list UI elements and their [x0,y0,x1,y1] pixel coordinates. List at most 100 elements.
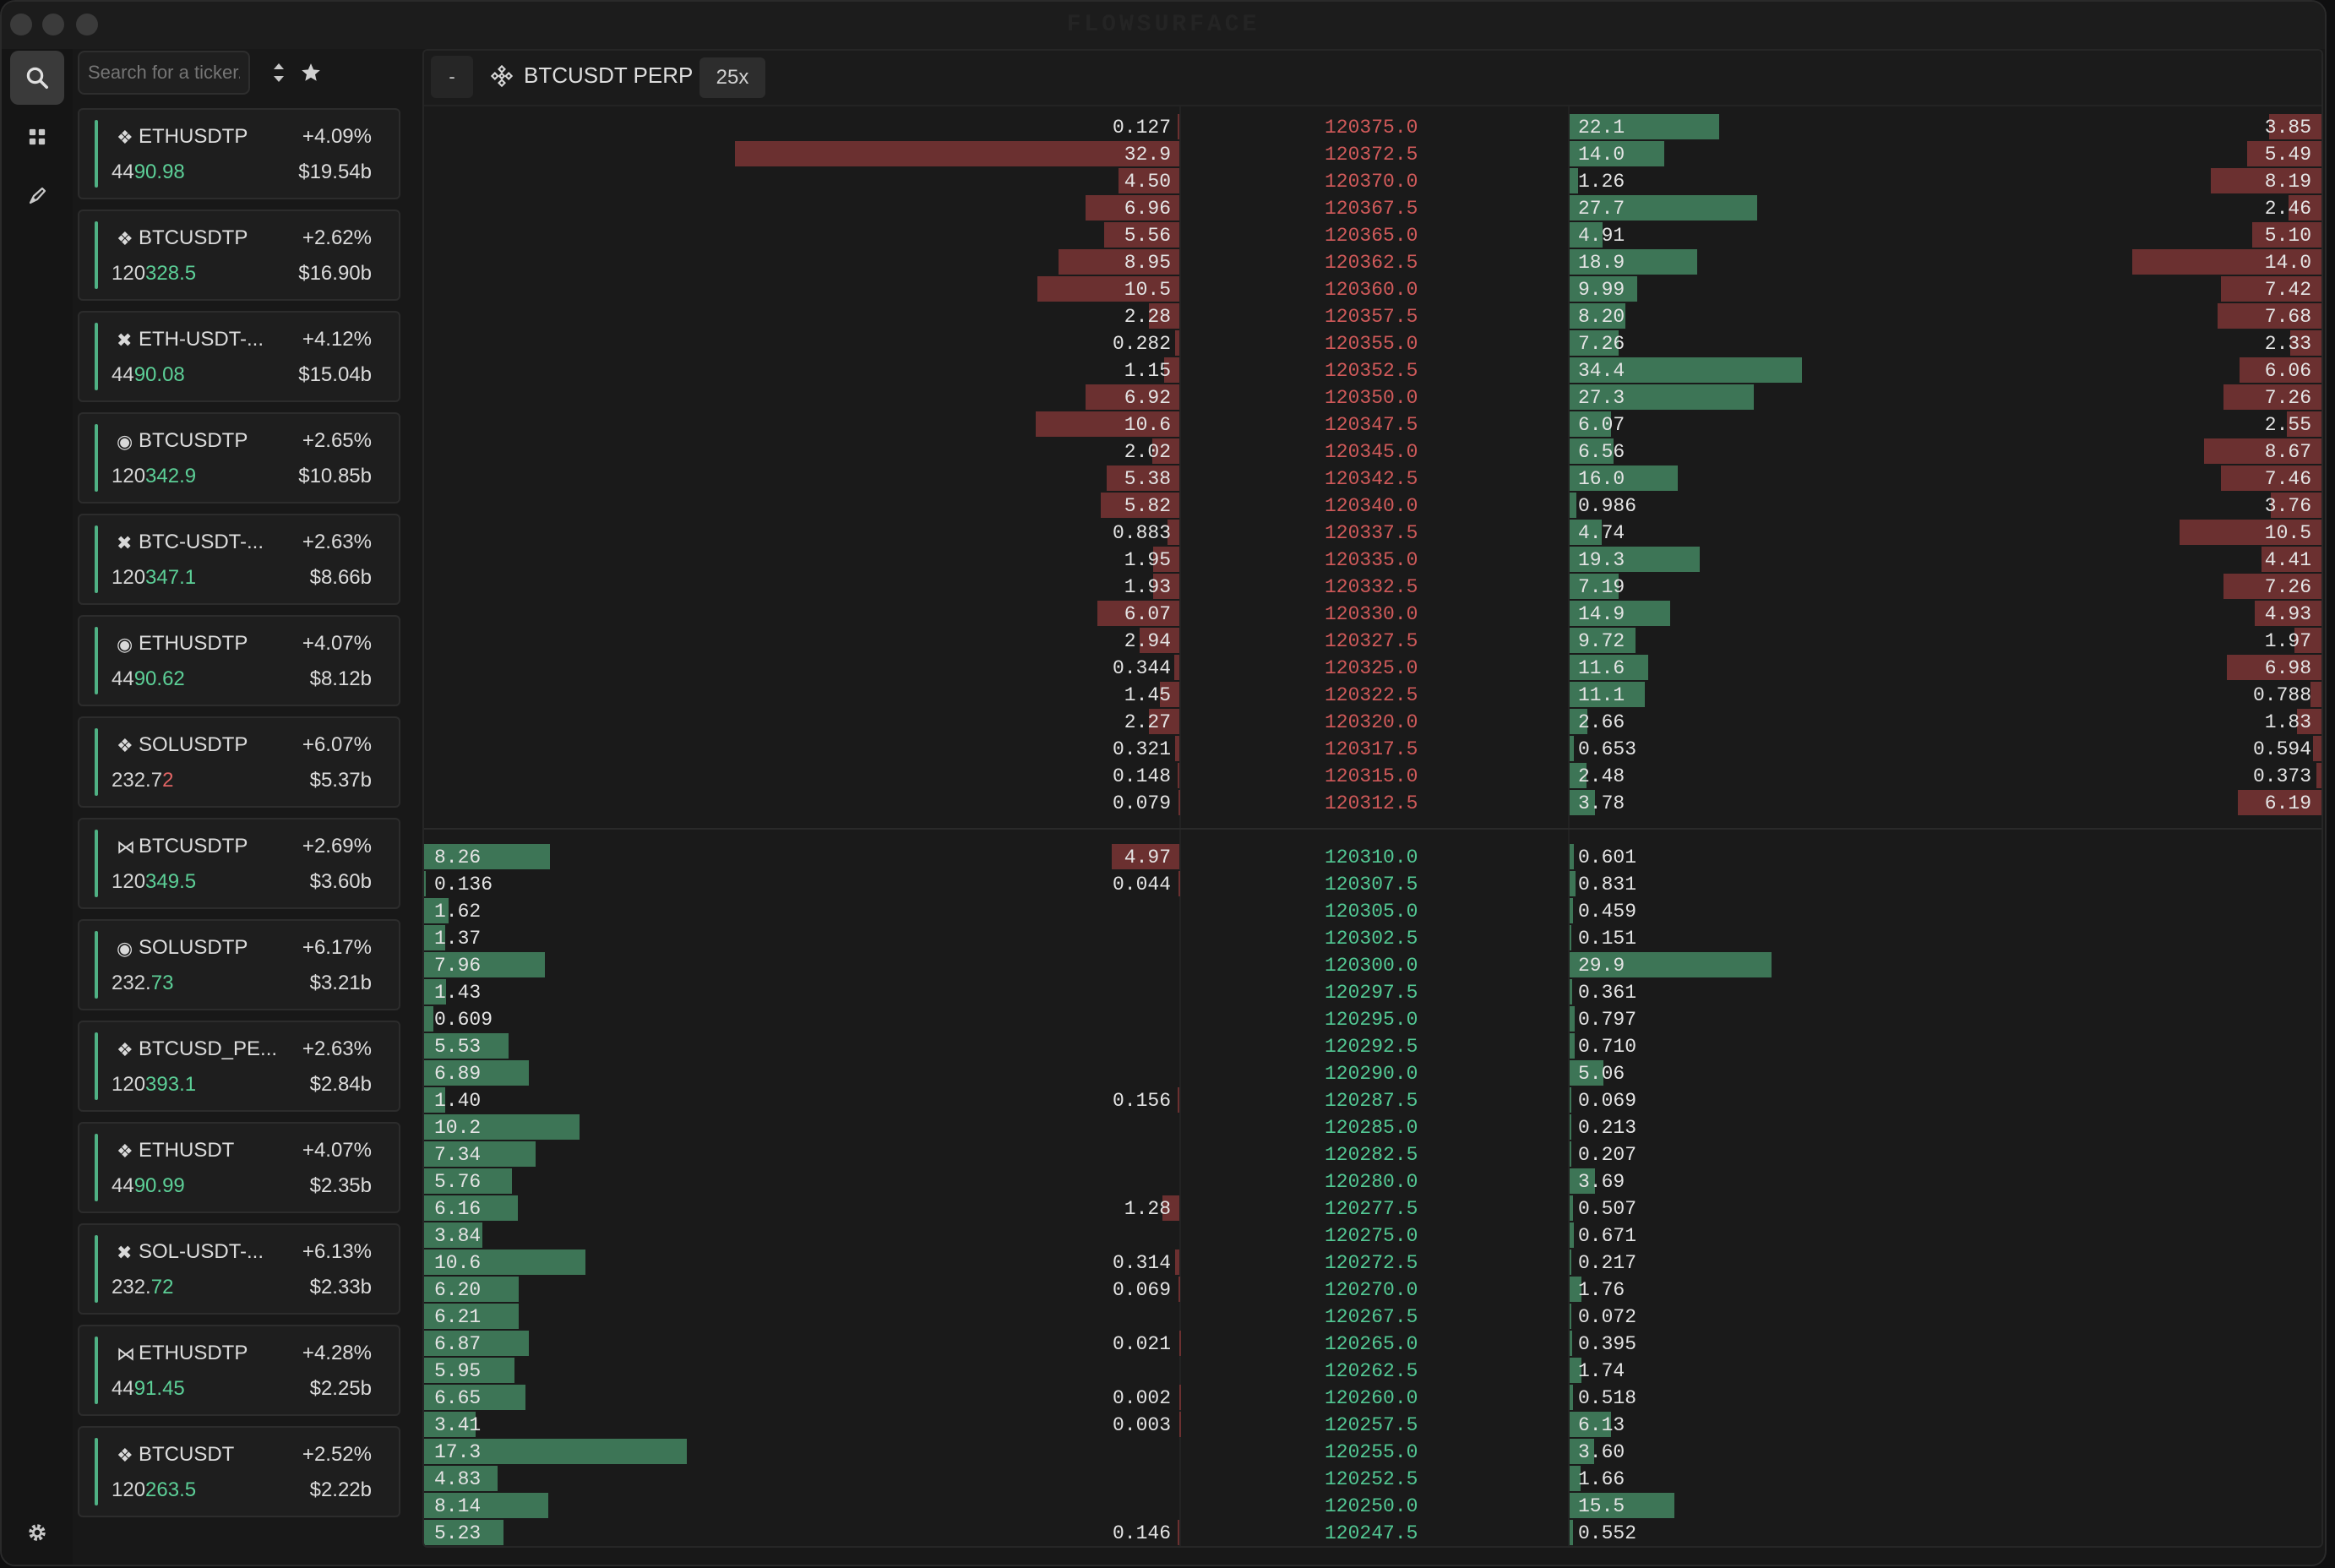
bid-row[interactable]: 8.26 4.97 120310.0 0.601 [424,843,2321,870]
ask-row[interactable]: 1.95 120335.0 19.3 4.41 [424,546,2321,573]
ask-row[interactable]: 1.45 120322.5 11.1 0.788 [424,681,2321,708]
trade-size-bar [1174,736,1179,761]
bid-row[interactable]: 5.76 120280.0 3.69 [424,1168,2321,1195]
ticker-card[interactable]: ❖ BTCUSDTP +2.62% 120328.5 $16.90b [78,210,400,301]
ticker-card[interactable]: ❖ ETHUSDT +4.07% 4490.99 $2.35b [78,1122,400,1213]
bid-row[interactable]: 3.41 0.003 120257.5 6.13 [424,1411,2321,1438]
bid-row[interactable]: 6.65 0.002 120260.0 0.518 [424,1384,2321,1411]
ask-row[interactable]: 6.07 120330.0 14.9 4.93 [424,600,2321,627]
search-toggle-button[interactable] [10,51,64,105]
settings-button[interactable] [10,1505,64,1560]
bid-row[interactable]: 10.2 120285.0 0.213 [424,1113,2321,1141]
bid-volume-value: 0.986 [1578,495,1637,517]
bid-row[interactable]: 10.6 0.314 120272.5 0.217 [424,1249,2321,1276]
ask-row[interactable]: 8.95 120362.5 18.9 14.0 [424,248,2321,275]
trade-size-value: 0.146 [1112,1522,1171,1544]
ask-row[interactable]: 6.92 120350.0 27.3 7.26 [424,384,2321,411]
bid-size-value: 1.62 [434,901,482,923]
bid-row[interactable]: 5.95 120262.5 1.74 [424,1357,2321,1384]
ask-row[interactable]: 0.321 120317.5 0.653 0.594 [424,735,2321,762]
ask-row[interactable]: 0.148 120315.0 2.48 0.373 [424,762,2321,789]
ticker-symbol: BTCUSD_PE... [139,1037,278,1060]
bid-row[interactable]: 0.136 0.044 120307.5 0.831 [424,870,2321,897]
panel-collapse-button[interactable]: - [431,56,473,98]
ask-row[interactable]: 2.94 120327.5 9.72 1.97 [424,627,2321,654]
ask-row[interactable]: 4.50 120370.0 1.26 8.19 [424,167,2321,194]
bid-row[interactable]: 8.14 120250.0 15.5 [424,1492,2321,1519]
trade-size-value: 0.002 [1112,1387,1171,1409]
ticker-card[interactable]: ◉ SOLUSDTP +6.17% 232.73 $3.21b [78,919,400,1010]
bid-row[interactable]: 1.37 120302.5 0.151 [424,924,2321,951]
price-level: 120247.5 [1325,1522,1418,1544]
layout-button[interactable] [10,110,64,164]
ticker-card[interactable]: ⋈ ETHUSDTP +4.28% 4491.45 $2.25b [78,1325,400,1416]
ask-row[interactable]: 1.93 120332.5 7.19 7.26 [424,573,2321,600]
price-level: 120355.0 [1325,333,1418,355]
ticker-card[interactable]: ❖ BTCUSD_PE... +2.63% 120393.1 $2.84b [78,1021,400,1112]
bid-size-value: 1.43 [434,982,482,1004]
ticker-price-change-digits: 90.98 [133,161,185,183]
bid-row[interactable]: 4.83 120252.5 1.66 [424,1465,2321,1492]
ask-row[interactable]: 6.96 120367.5 27.7 2.46 [424,194,2321,221]
bid-row[interactable]: 1.62 120305.0 0.459 [424,897,2321,924]
ask-row[interactable]: 32.9 120372.5 14.0 5.49 [424,140,2321,167]
price-level: 120310.0 [1325,847,1418,868]
popout-button[interactable] [10,169,64,223]
leverage-badge[interactable]: 25x [699,57,765,98]
bid-size-value: 10.6 [434,1252,482,1274]
ticker-card[interactable]: ◉ BTCUSDTP +2.65% 120342.9 $10.85b [78,412,400,504]
ticker-card[interactable]: ❖ SOLUSDTP +6.07% 232.72 $5.37b [78,716,400,808]
ticker-card[interactable]: ❖ BTCUSDT +2.52% 120263.5 $2.22b [78,1426,400,1517]
ask-volume-value: 7.68 [2264,306,2311,328]
bid-row[interactable]: 6.20 0.069 120270.0 1.76 [424,1276,2321,1303]
ticker-card[interactable]: ✖ BTC-USDT-... +2.63% 120347.1 $8.66b [78,514,400,605]
ticker-card[interactable]: ✖ ETH-USDT-... +4.12% 4490.08 $15.04b [78,311,400,402]
ask-row[interactable]: 0.344 120325.0 11.6 6.98 [424,654,2321,681]
favorites-button[interactable] [292,56,329,90]
bid-row[interactable]: 3.84 120275.0 0.671 [424,1222,2321,1249]
ask-row[interactable]: 0.282 120355.0 7.26 2.33 [424,329,2321,357]
ask-row[interactable]: 2.27 120320.0 2.66 1.83 [424,708,2321,735]
bid-row[interactable]: 17.3 120255.0 3.60 [424,1438,2321,1465]
bid-row[interactable]: 6.87 0.021 120265.0 0.395 [424,1330,2321,1357]
bid-row[interactable]: 7.96 120300.0 29.9 [424,951,2321,978]
bid-volume-value: 22.1 [1578,117,1625,139]
ask-row[interactable]: 5.82 120340.0 0.986 3.76 [424,492,2321,519]
ticker-card[interactable]: ❖ ETHUSDTP +4.09% 4490.98 $19.54b [78,108,400,199]
bid-row[interactable]: 1.43 120297.5 0.361 [424,978,2321,1005]
bid-volume-bar [1570,1385,1574,1410]
ask-volume-value: 7.42 [2264,279,2311,301]
ask-row[interactable]: 10.5 120360.0 9.99 7.42 [424,275,2321,302]
ticker-volume: $3.60b [309,870,372,893]
ask-row[interactable]: 5.56 120365.0 4.91 5.10 [424,221,2321,248]
ask-row[interactable]: 0.079 120312.5 3.78 6.19 [424,789,2321,816]
bid-row[interactable]: 0.609 120295.0 0.797 [424,1005,2321,1032]
price-level: 120362.5 [1325,252,1418,274]
ask-row[interactable]: 1.15 120352.5 34.4 6.06 [424,357,2321,384]
trade-size-value: 6.92 [1124,387,1171,409]
ask-row[interactable]: 10.6 120347.5 6.07 2.55 [424,411,2321,438]
bid-row[interactable]: 7.34 120282.5 0.207 [424,1141,2321,1168]
ticker-volume: $8.66b [309,566,372,589]
trade-size-bar [1177,763,1179,788]
price-level: 120292.5 [1325,1036,1418,1058]
price-level: 120255.0 [1325,1441,1418,1463]
bid-row[interactable]: 6.89 120290.0 5.06 [424,1059,2321,1086]
bid-row[interactable]: 1.40 0.156 120287.5 0.069 [424,1086,2321,1113]
bid-row[interactable]: 6.16 1.28 120277.5 0.507 [424,1195,2321,1222]
ticker-card[interactable]: ⋈ BTCUSDTP +2.69% 120349.5 $3.60b [78,818,400,909]
ask-row[interactable]: 0.883 120337.5 4.74 10.5 [424,519,2321,546]
ask-row[interactable]: 0.127 120375.0 22.1 3.85 [424,113,2321,140]
ticker-change: +2.63% [302,531,372,553]
bid-row[interactable]: 6.21 120267.5 0.072 [424,1303,2321,1330]
ticker-volume: $2.25b [309,1377,372,1400]
ask-row[interactable]: 5.38 120342.5 16.0 7.46 [424,465,2321,492]
ticker-card[interactable]: ◉ ETHUSDTP +4.07% 4490.62 $8.12b [78,615,400,706]
ask-row[interactable]: 2.02 120345.0 6.56 8.67 [424,438,2321,465]
bid-row[interactable]: 5.23 0.146 120247.5 0.552 [424,1519,2321,1546]
ticker-volume: $19.54b [298,161,372,183]
ask-row[interactable]: 2.28 120357.5 8.20 7.68 [424,302,2321,329]
ticker-search-input[interactable] [78,51,250,95]
ticker-card[interactable]: ✖ SOL-USDT-... +6.13% 232.72 $2.33b [78,1223,400,1315]
bid-row[interactable]: 5.53 120292.5 0.710 [424,1032,2321,1059]
